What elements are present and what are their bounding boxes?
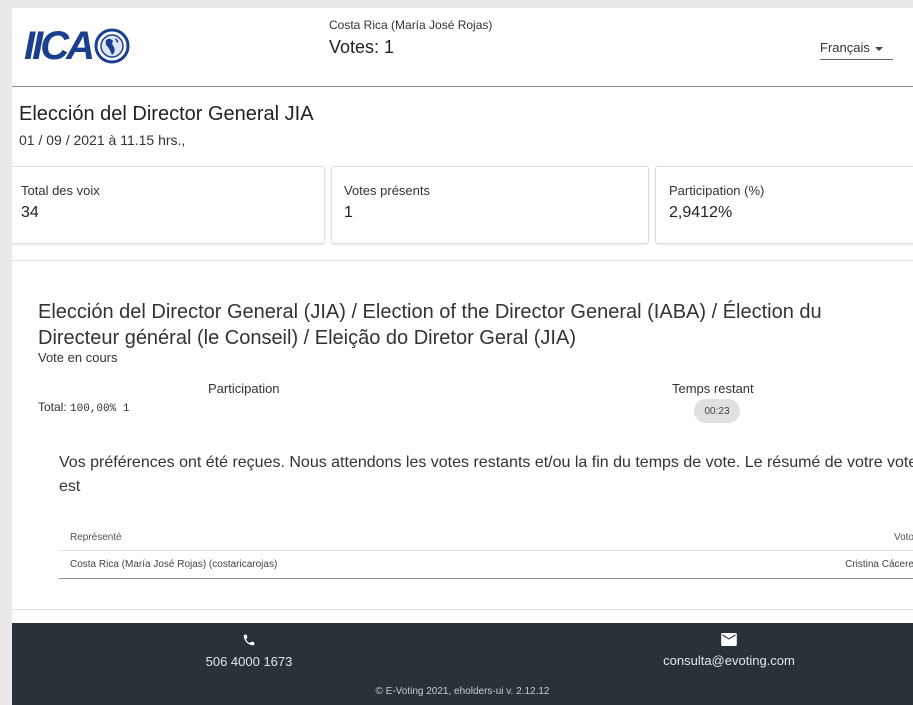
- participation-label: Participation: [208, 381, 280, 396]
- confirmation-message: Vos préférences ont été reçues. Nous att…: [59, 454, 913, 495]
- stat-value: 34: [21, 204, 39, 221]
- total-value: 100,00% 1: [70, 403, 130, 415]
- total-label: Total:: [38, 400, 67, 414]
- globe-emblem-icon: [94, 28, 130, 64]
- language-select[interactable]: Français: [820, 36, 893, 60]
- column-header-represented: Représenté: [70, 531, 122, 543]
- email-address: consulta@evoting.com: [663, 653, 795, 668]
- stat-label: Votes présents: [344, 183, 430, 198]
- app-header: IICA Costa Rica (María José Rojas) Votes…: [12, 8, 913, 87]
- vote-status: Vote en cours: [38, 350, 118, 365]
- footer-phone[interactable]: 506 4000 1673: [182, 633, 316, 671]
- time-remaining-chip: 00:23: [694, 399, 740, 423]
- table-row: Costa Rica (María José Rojas) (costarica…: [59, 551, 913, 578]
- voter-votes: Votes: 1: [329, 37, 395, 57]
- cell-vote: Cristina Cáceres: [845, 559, 913, 570]
- iica-logo[interactable]: IICA: [24, 24, 130, 68]
- table-header-row: Représenté Votos: [59, 524, 913, 551]
- caret-down-icon: [874, 46, 883, 51]
- phone-icon: [243, 634, 255, 646]
- phone-number: 506 4000 1673: [205, 654, 293, 669]
- logo-wordmark: IICA: [24, 24, 95, 68]
- column-header-votes: Votos: [893, 531, 913, 543]
- stat-label: Participation (%): [669, 183, 765, 198]
- divider: [12, 260, 913, 261]
- stat-label: Total des voix: [21, 183, 100, 198]
- voter-info: Costa Rica (María José Rojas) Votes: 1: [329, 18, 492, 58]
- stat-card-participation: Participation (%) 2,9412%: [655, 166, 913, 244]
- divider: [12, 609, 913, 610]
- cell-represented: Costa Rica (María José Rojas) (costarica…: [70, 559, 278, 570]
- participation-total: Total: 100,00% 1: [38, 400, 129, 415]
- stat-card-votes-present: Votes présents 1: [331, 166, 649, 244]
- election-date: 01 / 09 / 2021 à 11.15 hrs.,: [19, 132, 186, 148]
- vote-summary-table: Représenté Votos Costa Rica (María José …: [59, 524, 913, 579]
- stat-card-total-votes: Total des voix 34: [12, 166, 325, 244]
- language-value: Français: [820, 40, 870, 55]
- footer-email[interactable]: consulta@evoting.com: [634, 633, 824, 670]
- page: IICA Costa Rica (María José Rojas) Votes…: [12, 8, 913, 705]
- app-footer: 506 4000 1673 consulta@evoting.com © E-V…: [12, 623, 913, 705]
- stat-value: 2,9412%: [669, 204, 733, 221]
- time-remaining-label: Temps restant: [672, 381, 754, 396]
- election-title: Elección del Director General JIA: [19, 103, 314, 125]
- envelope-icon: [721, 633, 737, 646]
- vote-title: Elección del Director General (JIA) / El…: [38, 301, 822, 349]
- voter-name: Costa Rica (María José Rojas): [329, 18, 493, 32]
- copyright: © E-Voting 2021, eholders-ui v. 2.12.12: [375, 686, 550, 697]
- stat-value: 1: [344, 204, 353, 221]
